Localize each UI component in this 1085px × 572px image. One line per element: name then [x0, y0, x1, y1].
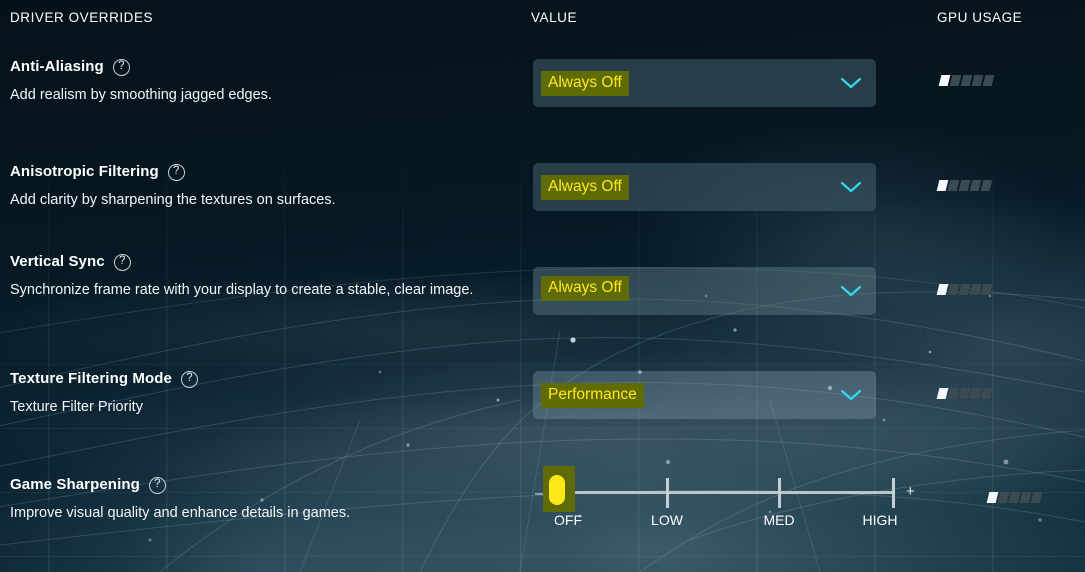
- slider-tick-low: [666, 478, 669, 508]
- column-header-row: DRIVER OVERRIDES VALUE GPU USAGE: [0, 10, 1085, 30]
- gpu-usage-segment: [980, 284, 993, 295]
- gpu-usage-segment: [997, 492, 1010, 503]
- setting-title-row: Texture Filtering Mode ?: [10, 370, 510, 388]
- gpu-usage-segment: [980, 388, 993, 399]
- gpu-usage-segment: [1019, 492, 1032, 503]
- gpu-usage-segment: [936, 180, 949, 191]
- gpu-usage-segment: [969, 388, 982, 399]
- slider-label-off[interactable]: OFF: [554, 512, 582, 528]
- gpu-usage-segment: [1008, 492, 1021, 503]
- slider-game-sharpening[interactable]: – + OFF LOW MED HIGH: [533, 462, 933, 534]
- slider-thumb[interactable]: [549, 475, 565, 505]
- help-icon[interactable]: ?: [112, 58, 130, 76]
- slider-label-med[interactable]: MED: [763, 512, 794, 528]
- chevron-down-icon[interactable]: [840, 284, 862, 298]
- dropdown-value: Performance: [541, 382, 644, 408]
- gpu-usage-segment: [958, 284, 971, 295]
- setting-description: Add clarity by sharpening the textures o…: [10, 192, 336, 208]
- gpu-usage-segment: [947, 388, 960, 399]
- gpu-usage-segment: [960, 75, 973, 86]
- gpu-usage-meter-game-sharpening: [986, 492, 1043, 503]
- column-header-gpu-usage: GPU USAGE: [937, 10, 1023, 25]
- slider-tick-high: [892, 478, 895, 508]
- gpu-usage-segment: [936, 284, 949, 295]
- dropdown-anti-aliasing[interactable]: Always Off: [533, 59, 876, 107]
- gpu-usage-segment: [938, 75, 951, 86]
- setting-label-group: Vertical Sync ? Synchronize frame rate w…: [10, 253, 510, 303]
- gpu-usage-meter-texture-filtering-mode: [936, 388, 993, 399]
- dropdown-value: Always Off: [541, 70, 629, 96]
- gpu-usage-meter-vertical-sync: [936, 284, 993, 295]
- gpu-usage-meter-anti-aliasing: [938, 75, 995, 86]
- setting-title-row: Vertical Sync ?: [10, 253, 510, 271]
- slider-tick-med: [778, 478, 781, 508]
- dropdown-vertical-sync[interactable]: Always Off: [533, 267, 876, 315]
- help-icon[interactable]: ?: [167, 163, 185, 181]
- setting-title-row: Anti-Aliasing ?: [10, 58, 510, 76]
- gpu-usage-segment: [958, 388, 971, 399]
- help-icon[interactable]: ?: [180, 370, 198, 388]
- setting-title: Vertical Sync: [10, 253, 105, 270]
- gpu-usage-segment: [949, 75, 962, 86]
- setting-description: Texture Filter Priority: [10, 399, 143, 415]
- gpu-usage-segment: [936, 388, 949, 399]
- gpu-usage-segment: [969, 284, 982, 295]
- slider-increase-icon[interactable]: +: [906, 484, 915, 499]
- gpu-usage-segment: [969, 180, 982, 191]
- setting-label-group: Anisotropic Filtering ? Add clarity by s…: [10, 163, 510, 213]
- gpu-usage-segment: [982, 75, 995, 86]
- dropdown-value: Always Off: [541, 275, 629, 301]
- gpu-usage-segment: [958, 180, 971, 191]
- setting-title-row: Anisotropic Filtering ?: [10, 163, 510, 181]
- column-header-driver-overrides: DRIVER OVERRIDES: [10, 10, 154, 25]
- gpu-usage-segment: [980, 180, 993, 191]
- setting-label-group: Texture Filtering Mode ? Texture Filter …: [10, 370, 510, 420]
- setting-label-group: Anti-Aliasing ? Add realism by smoothing…: [10, 58, 510, 108]
- chevron-down-icon[interactable]: [840, 388, 862, 402]
- gpu-usage-segment: [947, 284, 960, 295]
- gpu-usage-segment: [947, 180, 960, 191]
- slider-label-row: OFF LOW MED HIGH: [533, 512, 933, 532]
- chevron-down-icon[interactable]: [840, 76, 862, 90]
- setting-title: Anisotropic Filtering: [10, 163, 159, 180]
- setting-title: Game Sharpening: [10, 476, 140, 493]
- column-header-value: VALUE: [531, 10, 578, 25]
- setting-title: Texture Filtering Mode: [10, 370, 172, 387]
- setting-title: Anti-Aliasing: [10, 58, 104, 75]
- chevron-down-icon[interactable]: [840, 180, 862, 194]
- setting-description: Add realism by smoothing jagged edges.: [10, 87, 272, 103]
- driver-overrides-panel: DRIVER OVERRIDES VALUE GPU USAGE Anti-Al…: [0, 0, 1085, 572]
- help-icon[interactable]: ?: [113, 253, 131, 271]
- help-icon[interactable]: ?: [148, 476, 166, 494]
- gpu-usage-segment: [1030, 492, 1043, 503]
- dropdown-value: Always Off: [541, 174, 629, 200]
- gpu-usage-segment: [971, 75, 984, 86]
- setting-description: Improve visual quality and enhance detai…: [10, 505, 351, 521]
- dropdown-anisotropic-filtering[interactable]: Always Off: [533, 163, 876, 211]
- setting-description: Synchronize frame rate with your display…: [10, 282, 474, 298]
- slider-track[interactable]: [560, 491, 895, 494]
- setting-label-group: Game Sharpening ? Improve visual quality…: [10, 476, 510, 526]
- setting-title-row: Game Sharpening ?: [10, 476, 510, 494]
- gpu-usage-meter-anisotropic-filtering: [936, 180, 993, 191]
- slider-label-high[interactable]: HIGH: [863, 512, 898, 528]
- dropdown-texture-filtering-mode[interactable]: Performance: [533, 371, 876, 419]
- gpu-usage-segment: [986, 492, 999, 503]
- slider-label-low[interactable]: LOW: [651, 512, 683, 528]
